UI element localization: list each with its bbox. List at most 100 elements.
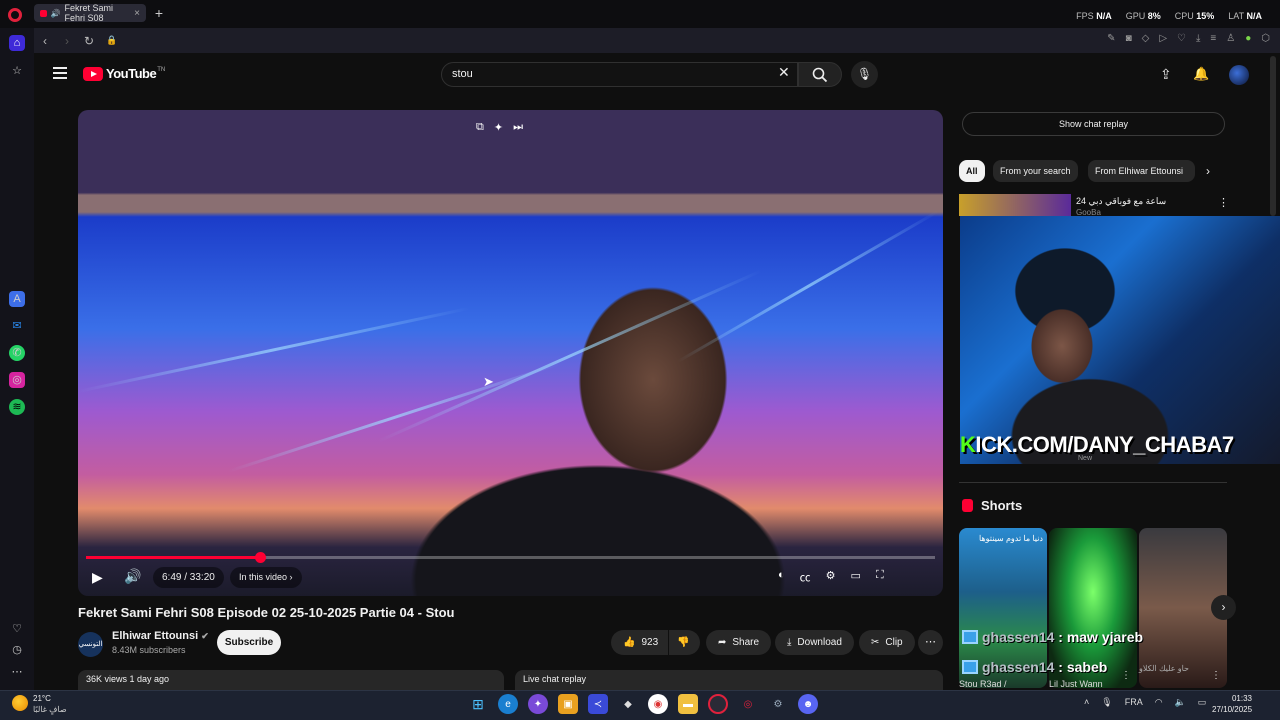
steam-icon[interactable]: ⚙	[768, 694, 788, 714]
next-icon[interactable]: ⏭	[513, 121, 523, 134]
video-player[interactable]	[78, 110, 943, 596]
chip-from-your-search[interactable]: From your search	[993, 160, 1078, 182]
shorts-next-button[interactable]: ›	[1211, 595, 1236, 620]
messenger-icon[interactable]: ✉	[9, 318, 25, 334]
tray-chevron-icon[interactable]: ˄	[1084, 697, 1089, 708]
discord-icon[interactable]: ☻	[798, 694, 818, 714]
vpn-icon[interactable]: ●	[1245, 33, 1251, 44]
edge-icon[interactable]: e	[498, 694, 518, 714]
page-scrollbar[interactable]	[1270, 56, 1276, 216]
recommended-more-icon[interactable]: ⋮	[1218, 196, 1229, 209]
favorites-icon[interactable]: ♡	[9, 621, 25, 637]
extensions-icon[interactable]: ⬡	[1261, 33, 1270, 44]
chip-from-channel[interactable]: From Elhiwar Ettounsi	[1088, 160, 1195, 182]
hamburger-menu-icon[interactable]	[53, 67, 67, 81]
recommended-title[interactable]: 24 ساعة مع فوباقي دبي	[1076, 196, 1166, 207]
copilot-icon[interactable]: ✦	[528, 694, 548, 714]
short-title[interactable]: Lil Just Wann	[1049, 679, 1103, 689]
dislike-button[interactable]: 👎	[669, 630, 700, 655]
progress-knob[interactable]	[255, 552, 267, 563]
back-icon[interactable]: ‹	[34, 34, 56, 48]
clear-search-icon[interactable]: ✕	[778, 64, 790, 81]
recommended-thumbnail[interactable]	[959, 194, 1071, 216]
search-button[interactable]	[798, 62, 842, 87]
share-button[interactable]: ➦ Share	[706, 630, 772, 655]
like-button[interactable]: 👍 923	[611, 630, 668, 655]
whatsapp-icon[interactable]: ✆	[9, 345, 25, 361]
autoplay-toggle-icon[interactable]: ◐	[778, 569, 785, 585]
history-icon[interactable]: ◷	[9, 642, 25, 658]
chevron-right-icon[interactable]: ›	[1206, 164, 1210, 178]
language-indicator[interactable]: FRA	[1125, 697, 1143, 708]
channel-avatar[interactable]: التونسي	[78, 632, 103, 657]
search-input[interactable]: stou	[441, 62, 798, 87]
clock[interactable]: 01:33 27/10/2025	[1212, 693, 1252, 715]
browser-tab[interactable]: 🔊 Fekret Sami Fehri S08 ×	[34, 3, 146, 23]
easy-setup-icon[interactable]: ≡	[1210, 33, 1216, 44]
opera-logo-icon[interactable]	[8, 8, 22, 22]
shield-icon[interactable]: ◇	[1142, 33, 1150, 44]
chip-all[interactable]: All	[959, 160, 985, 182]
pinboard-icon[interactable]: ☆	[9, 63, 25, 79]
opera-icon[interactable]: ◎	[738, 694, 758, 714]
weather-sun-icon[interactable]	[12, 695, 28, 711]
fullscreen-icon[interactable]: ⛶	[876, 569, 884, 585]
more-icon[interactable]: ⋯	[9, 664, 25, 680]
volume-icon[interactable]: 🔊	[124, 568, 141, 585]
clip-button[interactable]: ✂ Clip	[859, 630, 915, 655]
youtube-logo[interactable]: YouTube TN	[83, 66, 165, 81]
speaker-icon[interactable]: 🔊	[51, 9, 61, 18]
short-more-icon[interactable]: ⋮	[1121, 670, 1131, 681]
chrome-icon[interactable]: ◉	[648, 694, 668, 714]
camera-icon[interactable]: ◙	[1126, 33, 1132, 44]
instagram-icon[interactable]: ◎	[9, 372, 25, 388]
weather-temp[interactable]: 21°C	[33, 694, 51, 703]
in-this-video-button[interactable]: In this video ›	[230, 567, 302, 588]
opera-gx-icon[interactable]	[708, 694, 728, 714]
short-title[interactable]: Stou R3ad /	[959, 679, 1007, 689]
new-tab-button[interactable]: +	[152, 6, 166, 20]
description-box[interactable]: 36K views 1 day ago	[78, 670, 504, 690]
unity-icon[interactable]: ◆	[618, 694, 638, 714]
download-icon[interactable]: ⤓	[1196, 33, 1200, 44]
file-explorer-icon[interactable]: ▬	[678, 694, 698, 714]
voice-search-button[interactable]: 🎙	[851, 61, 878, 88]
player-icon[interactable]: ▷	[1159, 33, 1167, 44]
windows-start-icon[interactable]: ⊞	[468, 694, 488, 714]
home-icon[interactable]: ⌂	[9, 35, 25, 51]
short-title[interactable]: حاو عليك الكلاو	[1139, 664, 1189, 673]
reload-icon[interactable]: ↻	[78, 34, 100, 48]
settings-gear-icon[interactable]: ⚙	[826, 569, 836, 585]
show-chat-replay-button[interactable]: Show chat replay	[962, 112, 1225, 136]
lock-icon[interactable]: 🔒	[106, 35, 117, 46]
forward-icon[interactable]: ›	[56, 34, 78, 48]
spotify-icon[interactable]: ≋	[9, 399, 25, 415]
channel-name[interactable]: Elhiwar Ettounsi ✔	[112, 630, 209, 642]
aria-icon[interactable]: A	[9, 291, 25, 307]
captions-icon[interactable]: ㏄	[800, 569, 811, 585]
notifications-bell-icon[interactable]: 🔔	[1193, 66, 1209, 82]
snapshot-icon[interactable]: ✎	[1107, 33, 1115, 44]
progress-bar[interactable]	[86, 552, 935, 563]
store-icon[interactable]: ▣	[558, 694, 578, 714]
visual-studio-code-icon[interactable]: ≺	[588, 694, 608, 714]
weather-desc[interactable]: صافٍ غالبًا	[33, 705, 67, 714]
more-actions-button[interactable]: ⋯	[918, 630, 943, 655]
sparkle-icon[interactable]: ✦	[494, 121, 503, 134]
upload-icon[interactable]: ⇪	[1160, 66, 1172, 83]
profile-icon[interactable]: ♙	[1226, 33, 1235, 44]
short-more-icon[interactable]: ⋮	[1211, 670, 1221, 681]
tray-mic-icon[interactable]: 🎙	[1101, 697, 1112, 708]
live-chat-replay-header[interactable]: Live chat replay	[515, 670, 943, 690]
play-icon[interactable]: ▶	[92, 569, 103, 586]
miniplayer-icon[interactable]: ⧉	[476, 121, 484, 134]
heart-icon[interactable]: ♡	[1177, 33, 1186, 44]
download-button[interactable]: ⤓ Download	[775, 630, 854, 655]
wifi-icon[interactable]: ◠	[1155, 697, 1163, 708]
battery-icon[interactable]: ▭	[1198, 697, 1207, 708]
volume-tray-icon[interactable]: 🔈	[1175, 697, 1186, 708]
theater-mode-icon[interactable]: ▭	[851, 569, 861, 585]
subscribe-button[interactable]: Subscribe	[217, 630, 281, 655]
account-avatar[interactable]	[1229, 65, 1249, 85]
tab-close-icon[interactable]: ×	[134, 8, 140, 19]
